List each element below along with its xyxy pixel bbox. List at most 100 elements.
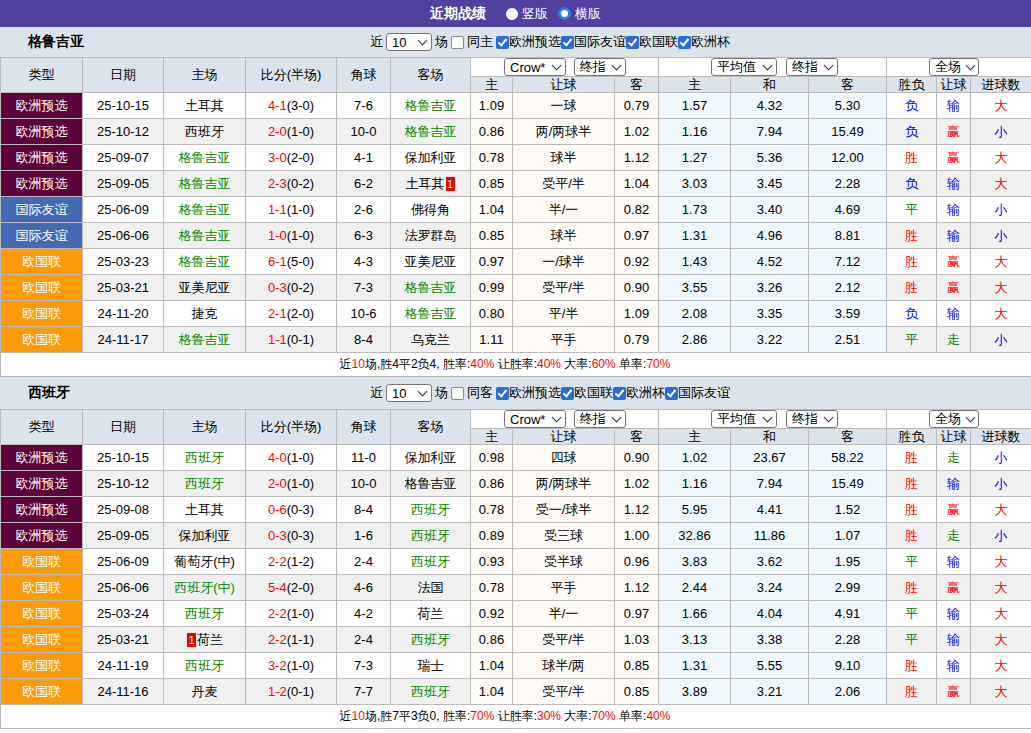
summary-part: 近	[340, 357, 352, 371]
same-venue-checkbox[interactable]	[451, 387, 464, 400]
full-match-select[interactable]: 全场	[929, 58, 979, 76]
league-checkbox-1[interactable]	[561, 36, 574, 49]
cell-away-team: 西班牙	[391, 523, 471, 549]
subcolumn-header-6: 胜负	[887, 429, 937, 445]
cell-result-0: 平	[887, 627, 937, 653]
cell-date: 25-09-08	[83, 497, 164, 523]
full-match-select[interactable]: 全场	[929, 410, 979, 428]
cell-home-team: 格鲁吉亚	[164, 145, 246, 171]
cell-home-team: 西班牙	[164, 119, 246, 145]
cell-odds-5: 15.49	[809, 119, 887, 145]
home-team-name[interactable]: 格鲁吉亚	[179, 202, 231, 217]
recent-count-select-arrow-icon	[418, 386, 428, 396]
away-team-name[interactable]: 西班牙	[411, 528, 450, 543]
cell-result-1: 输	[937, 223, 971, 249]
score-halftime: (3-0)	[287, 98, 314, 113]
home-team-name[interactable]: 格鲁吉亚	[179, 254, 231, 269]
cell-corners: 7-6	[337, 93, 391, 119]
cell-match-type: 欧洲预选	[1, 171, 83, 197]
recent-count-select[interactable]: 10	[386, 384, 432, 402]
league-checkbox-3[interactable]	[678, 36, 691, 49]
cell-odds-2: 1.04	[615, 171, 659, 197]
away-team-name[interactable]: 格鲁吉亚	[405, 98, 457, 113]
subcolumn-header-8: 进球数	[971, 429, 1031, 445]
cell-odds-1: 受半球	[513, 549, 615, 575]
cell-result-1: 输	[937, 627, 971, 653]
column-header-3: 比分(半场)	[246, 58, 337, 93]
home-team-name[interactable]: 西班牙	[185, 476, 224, 491]
radio-vertical-icon[interactable]	[506, 8, 518, 20]
average-select-arrow-icon	[763, 60, 773, 70]
cell-odds-2: 0.85	[615, 679, 659, 705]
league-checkbox-2[interactable]	[626, 36, 639, 49]
cell-odds-3: 1.57	[659, 93, 731, 119]
cell-odds-5: 7.12	[809, 249, 887, 275]
subcolumn-header-4: 和	[731, 77, 809, 93]
average-select[interactable]: 平均值	[711, 58, 777, 76]
cell-home-team: 1荷兰	[164, 627, 246, 653]
home-team-name: 亚美尼亚	[179, 280, 231, 295]
cell-odds-3: 1.16	[659, 471, 731, 497]
league-checkbox-1[interactable]	[561, 387, 574, 400]
away-team-name: 乌克兰	[411, 332, 450, 347]
league-checkbox-0[interactable]	[496, 36, 509, 49]
cell-odds-4: 4.32	[731, 93, 809, 119]
cell-odds-1: 两/两球半	[513, 471, 615, 497]
league-checkbox-3[interactable]	[665, 387, 678, 400]
subcolumn-header-1: 让球	[513, 77, 615, 93]
cell-odds-1: 半/一	[513, 197, 615, 223]
away-team-name[interactable]: 格鲁吉亚	[405, 124, 457, 139]
recent-count-select[interactable]: 10	[386, 33, 432, 51]
final-odds-select-1[interactable]: 终指	[574, 58, 626, 76]
away-team-name[interactable]: 西班牙	[411, 554, 450, 569]
home-team-name[interactable]: 格鲁吉亚	[179, 228, 231, 243]
cell-home-team: 格鲁吉亚	[164, 249, 246, 275]
cell-corners: 4-6	[337, 575, 391, 601]
cell-result-2: 小	[971, 327, 1031, 353]
away-team-name[interactable]: 西班牙	[411, 502, 450, 517]
cell-odds-2: 0.96	[615, 549, 659, 575]
cell-result-1: 输	[937, 197, 971, 223]
cell-odds-3: 3.83	[659, 549, 731, 575]
subcolumn-header-0: 主	[471, 77, 513, 93]
match-row: 欧洲预选25-09-05格鲁吉亚2-3(0-2)6-2土耳其10.85受平/半1…	[1, 171, 1031, 197]
cell-corners: 4-3	[337, 249, 391, 275]
away-team-name[interactable]: 格鲁吉亚	[405, 280, 457, 295]
match-row: 欧国联24-11-16丹麦1-2(0-1)7-7西班牙1.04受平/半0.853…	[1, 679, 1031, 705]
home-team-name[interactable]: 西班牙	[185, 450, 224, 465]
layout-option-horizontal[interactable]: 横版	[558, 5, 601, 23]
final-odds-select-2[interactable]: 终指	[786, 58, 838, 76]
score-fulltime: 0-6	[268, 502, 287, 517]
cell-odds-4: 3.26	[731, 275, 809, 301]
away-team-name[interactable]: 西班牙	[411, 632, 450, 647]
away-team-name[interactable]: 西班牙	[411, 684, 450, 699]
layout-option-vertical[interactable]: 竖版	[506, 5, 548, 23]
average-select[interactable]: 平均值	[711, 410, 777, 428]
provider-select[interactable]: Crow*	[504, 58, 566, 76]
league-checkbox-2[interactable]	[613, 387, 626, 400]
same-venue-checkbox[interactable]	[451, 36, 464, 49]
summary-part: 单率:	[616, 709, 647, 723]
provider-select[interactable]: Crow*	[504, 410, 566, 428]
home-team-name[interactable]: 西班牙(中)	[174, 580, 235, 595]
final-odds-select-2[interactable]: 终指	[786, 410, 838, 428]
section-filters: 近10场同主欧洲预选国际友谊欧国联欧洲杯	[367, 33, 730, 51]
cell-odds-4: 5.36	[731, 145, 809, 171]
cell-odds-5: 58.22	[809, 445, 887, 471]
cell-result-2: 小	[971, 445, 1031, 471]
home-team-name[interactable]: 格鲁吉亚	[179, 332, 231, 347]
cell-result-0: 胜	[887, 679, 937, 705]
cell-date: 25-03-24	[83, 601, 164, 627]
away-team-name[interactable]: 格鲁吉亚	[405, 306, 457, 321]
cell-result-2: 小	[971, 197, 1031, 223]
league-checkbox-0[interactable]	[496, 387, 509, 400]
home-team-name[interactable]: 西班牙	[185, 606, 224, 621]
final-odds-select-1[interactable]: 终指	[574, 410, 626, 428]
home-team-name[interactable]: 格鲁吉亚	[179, 176, 231, 191]
radio-horizontal-icon[interactable]	[558, 7, 571, 20]
scope-cell: 全场	[887, 58, 1031, 77]
cell-odds-3: 5.95	[659, 497, 731, 523]
home-team-name[interactable]: 格鲁吉亚	[179, 150, 231, 165]
match-row: 欧国联25-03-21亚美尼亚0-3(0-2)7-3格鲁吉亚0.99受平/半0.…	[1, 275, 1031, 301]
home-team-name[interactable]: 西班牙	[185, 658, 224, 673]
